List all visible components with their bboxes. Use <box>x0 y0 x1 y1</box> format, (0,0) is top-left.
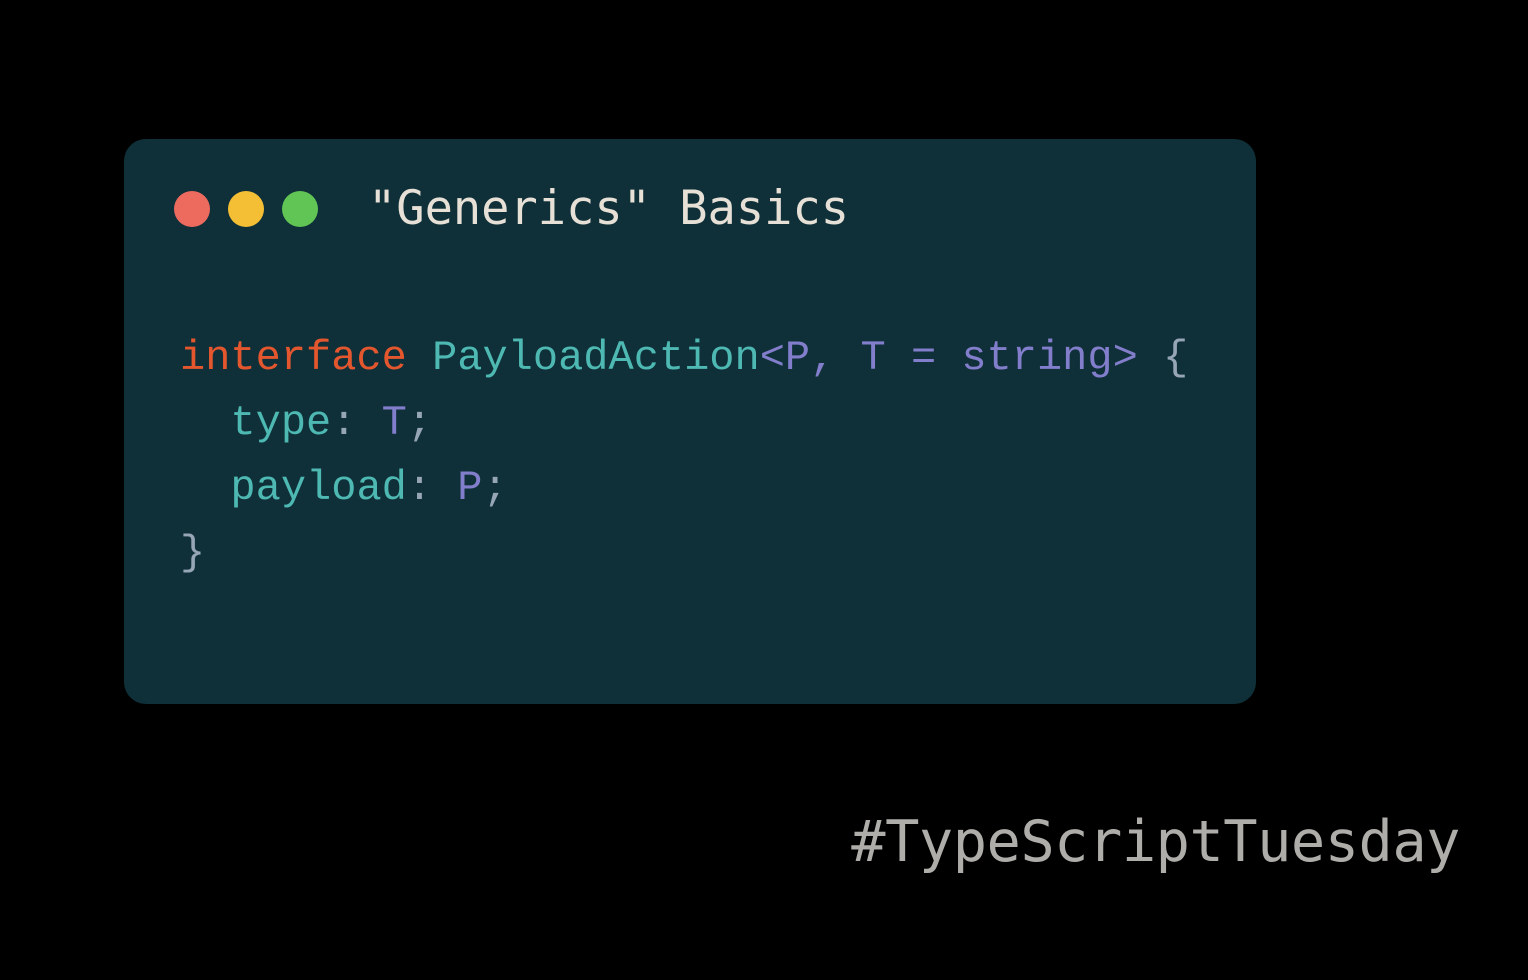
code-semi: ; <box>407 399 432 447</box>
code-prop: payload <box>230 464 406 512</box>
code-keyword: interface <box>180 334 407 382</box>
hashtag-label: #TypeScriptTuesday <box>851 809 1460 875</box>
code-window: "Generics" Basics interface PayloadActio… <box>124 139 1256 704</box>
code-type-ref: P <box>457 464 482 512</box>
code-colon: : <box>407 464 457 512</box>
code-generic-params: <P, T = string> <box>760 334 1138 382</box>
window-titlebar: "Generics" Basics <box>174 181 1206 236</box>
window-title: "Generics" Basics <box>368 181 849 236</box>
code-indent <box>180 464 230 512</box>
close-icon[interactable] <box>174 191 210 227</box>
code-type-name: PayloadAction <box>432 334 760 382</box>
code-colon: : <box>331 399 381 447</box>
code-block: interface PayloadAction<P, T = string> {… <box>174 326 1206 586</box>
code-semi: ; <box>483 464 508 512</box>
code-indent <box>180 399 230 447</box>
minimize-icon[interactable] <box>228 191 264 227</box>
code-prop: type <box>230 399 331 447</box>
code-brace-close: } <box>180 529 205 577</box>
code-brace-open: { <box>1138 334 1188 382</box>
code-type-ref: T <box>382 399 407 447</box>
maximize-icon[interactable] <box>282 191 318 227</box>
traffic-lights <box>174 191 318 227</box>
